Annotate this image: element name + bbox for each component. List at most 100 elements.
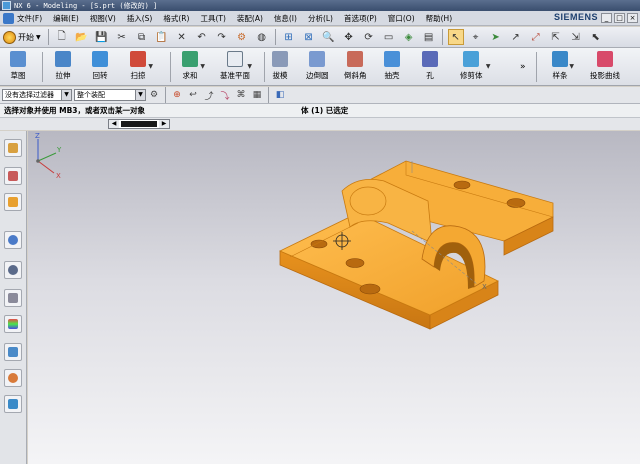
feature-toolbar: 草图 拉伸 回转 扫掠 ▼ 求和 ▼ 基准平面 ▼ 拔模 边倒圆 倒斜角 抽壳 (0, 48, 640, 86)
edge-blend-button[interactable]: 边倒圆 (306, 51, 329, 81)
select-feature-icon[interactable]: ➤ (488, 29, 504, 45)
scroll-thumb[interactable] (121, 121, 157, 127)
type-filter-dropdown[interactable]: 没有选择过滤器 ▼ (2, 89, 72, 101)
spline-button[interactable]: 样条 ▼ (552, 51, 574, 81)
scroll-right-icon[interactable]: ▶ (159, 120, 169, 128)
menu-view[interactable]: 视图(V) (90, 13, 116, 24)
app-menu-icon[interactable] (3, 12, 14, 24)
minimize-button[interactable]: _ (601, 13, 612, 23)
trim-body-button[interactable]: 修剪体 ▼ (460, 51, 491, 81)
trim-body-dropdown-icon[interactable]: ▼ (486, 63, 491, 70)
command-finder-icon[interactable]: ⚙ (234, 29, 250, 45)
draft-button[interactable]: 拔模 (272, 51, 288, 81)
open-folder-icon[interactable]: 📂 (74, 29, 90, 45)
datum-plane-dropdown-icon[interactable]: ▼ (247, 63, 252, 70)
menu-format[interactable]: 格式(R) (163, 13, 189, 24)
part-navigator-tab[interactable] (4, 193, 22, 211)
zoom-icon[interactable]: 🔍 (321, 29, 337, 45)
solid-body-filter-icon[interactable]: ◧ (274, 89, 286, 101)
chamfer-button[interactable]: 倒斜角 (344, 51, 367, 81)
perspective-icon[interactable]: ▭ (381, 29, 397, 45)
menu-window[interactable]: 窗口(O) (388, 13, 415, 24)
select-all-icon[interactable]: ⬉ (588, 29, 604, 45)
menu-file[interactable]: 文件(F) (17, 13, 42, 24)
process-studio-tab[interactable] (4, 315, 22, 333)
spline-dropdown-icon[interactable]: ▼ (569, 63, 574, 70)
select-body-icon[interactable]: ⇱ (548, 29, 564, 45)
start-button[interactable]: 开始 ▼ (3, 30, 41, 44)
shell-button[interactable]: 抽壳 (384, 51, 400, 81)
triad-y-axis (37, 152, 57, 162)
hole-2[interactable] (345, 258, 365, 268)
select-curve-icon[interactable]: ↗ (508, 29, 524, 45)
graphics-window[interactable]: X Z Y X (28, 131, 640, 464)
unite-dropdown-icon[interactable]: ▼ (200, 63, 205, 70)
pan-icon[interactable]: ✥ (341, 29, 357, 45)
restore-button[interactable]: □ (614, 13, 625, 23)
paste-icon[interactable]: 📋 (154, 29, 170, 45)
layer-icon[interactable]: ▤ (421, 29, 437, 45)
menu-help[interactable]: 帮助(H) (426, 13, 453, 24)
extrude-button[interactable]: 拉伸 (55, 51, 71, 81)
save-icon[interactable]: 💾 (94, 29, 110, 45)
extrude-icon (55, 51, 71, 67)
snap-point-icon[interactable]: ⌖ (468, 29, 484, 45)
sketch-button[interactable]: 草图 (10, 51, 26, 81)
menu-edit[interactable]: 编辑(E) (53, 13, 79, 24)
zoom-window-icon[interactable]: ⊠ (301, 29, 317, 45)
system-scene-tab[interactable] (4, 395, 22, 413)
view-orient-icon[interactable]: ◍ (254, 29, 270, 45)
tangent-icon[interactable]: ⤵ (219, 89, 231, 102)
menu-tools[interactable]: 工具(T) (200, 13, 225, 24)
roles-tab[interactable] (4, 369, 22, 387)
undo-icon[interactable]: ↶ (194, 29, 210, 45)
hole-1[interactable] (310, 239, 328, 249)
unite-button[interactable]: 求和 ▼ (182, 51, 205, 81)
manufacturing-wizards-tab[interactable] (4, 343, 22, 361)
part-model[interactable]: X (28, 131, 640, 464)
assembly-navigator-tab[interactable] (4, 139, 22, 157)
project-curve-button[interactable]: 投影曲线 (590, 51, 620, 81)
feature-filter-icon[interactable]: ⊕ (171, 89, 183, 101)
shaded-view-icon[interactable]: ◈ (401, 29, 417, 45)
select-component-icon[interactable]: ⇲ (568, 29, 584, 45)
rotate-icon[interactable]: ⟳ (361, 29, 377, 45)
menu-information[interactable]: 信息(I) (274, 13, 297, 24)
new-file-icon[interactable]: 🗋 (54, 29, 70, 45)
snap-settings-icon[interactable]: ▦ (251, 89, 263, 101)
history-tab[interactable] (4, 261, 22, 279)
selection-bar: 没有选择过滤器 ▼ 整个装配 ▼ ⚙ ⊕ ↩ ⤴ ⤵ ⌘ ▦ ◧ (0, 87, 640, 104)
fit-icon[interactable]: ⊞ (281, 29, 297, 45)
select-arrow-icon[interactable]: ↖ (447, 29, 464, 45)
sweep-dropdown-icon[interactable]: ▼ (148, 63, 153, 70)
delete-icon[interactable]: ✕ (174, 29, 190, 45)
hole-button[interactable]: 孔 (422, 51, 438, 81)
tab-scroller[interactable]: ◀ ▶ (108, 119, 170, 129)
follow-icon[interactable]: ⤴ (203, 89, 215, 102)
menu-analysis[interactable]: 分析(L) (308, 13, 333, 24)
toolbar-separator (170, 52, 171, 82)
select-face-icon[interactable]: ⤢ (528, 29, 544, 45)
copy-icon[interactable]: ⧉ (134, 29, 150, 45)
revolve-button[interactable]: 回转 (92, 51, 108, 81)
hole-3[interactable] (359, 283, 381, 295)
menu-assemblies[interactable]: 装配(A) (237, 13, 263, 24)
menu-insert[interactable]: 插入(S) (127, 13, 153, 24)
menu-preferences[interactable]: 首选项(P) (344, 13, 377, 24)
sweep-button[interactable]: 扫掠 ▼ (130, 51, 153, 81)
scroll-left-icon[interactable]: ◀ (109, 120, 119, 128)
cut-icon[interactable]: ✂ (114, 29, 130, 45)
chevron-down-icon: ▼ (135, 90, 145, 100)
selection-scope-dropdown[interactable]: 整个装配 ▼ (74, 89, 146, 101)
constraint-navigator-tab[interactable] (4, 167, 22, 185)
toolbar-overflow-icon[interactable]: » (520, 62, 526, 72)
hole-4[interactable] (453, 180, 471, 190)
redo-icon[interactable]: ↷ (214, 29, 230, 45)
reuse-library-tab[interactable] (4, 231, 22, 249)
curve-rule-icon[interactable]: ↩ (187, 89, 199, 101)
datum-plane-button[interactable]: 基准平面 ▼ (220, 51, 252, 81)
intersection-icon[interactable]: ⌘ (235, 89, 247, 101)
close-button[interactable]: × (627, 13, 638, 23)
system-materials-tab[interactable] (4, 289, 22, 307)
general-selection-icon[interactable]: ⚙ (148, 89, 160, 101)
